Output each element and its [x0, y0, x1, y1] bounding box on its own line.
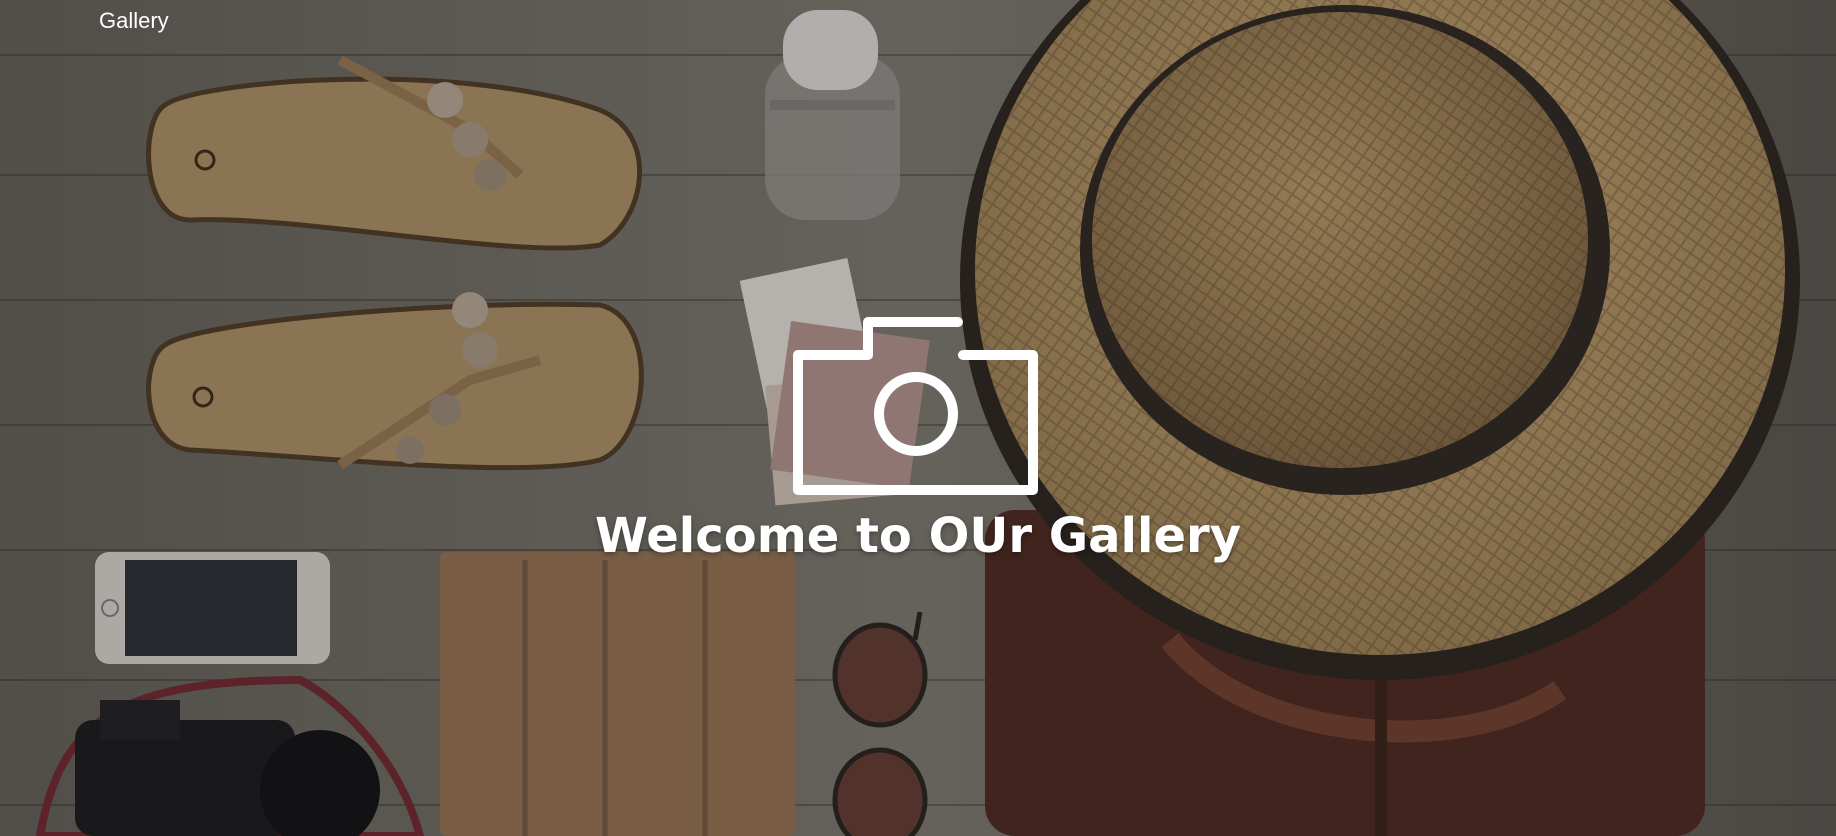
nav-brand-link[interactable]: Gallery: [99, 8, 169, 34]
hero-title: Welcome to OUr Gallery: [595, 508, 1241, 564]
camera-icon: [793, 317, 1038, 495]
hero-section: Gallery Welcome to OUr Gallery: [0, 0, 1836, 836]
hero-center: Welcome to OUr Gallery: [0, 310, 1836, 564]
